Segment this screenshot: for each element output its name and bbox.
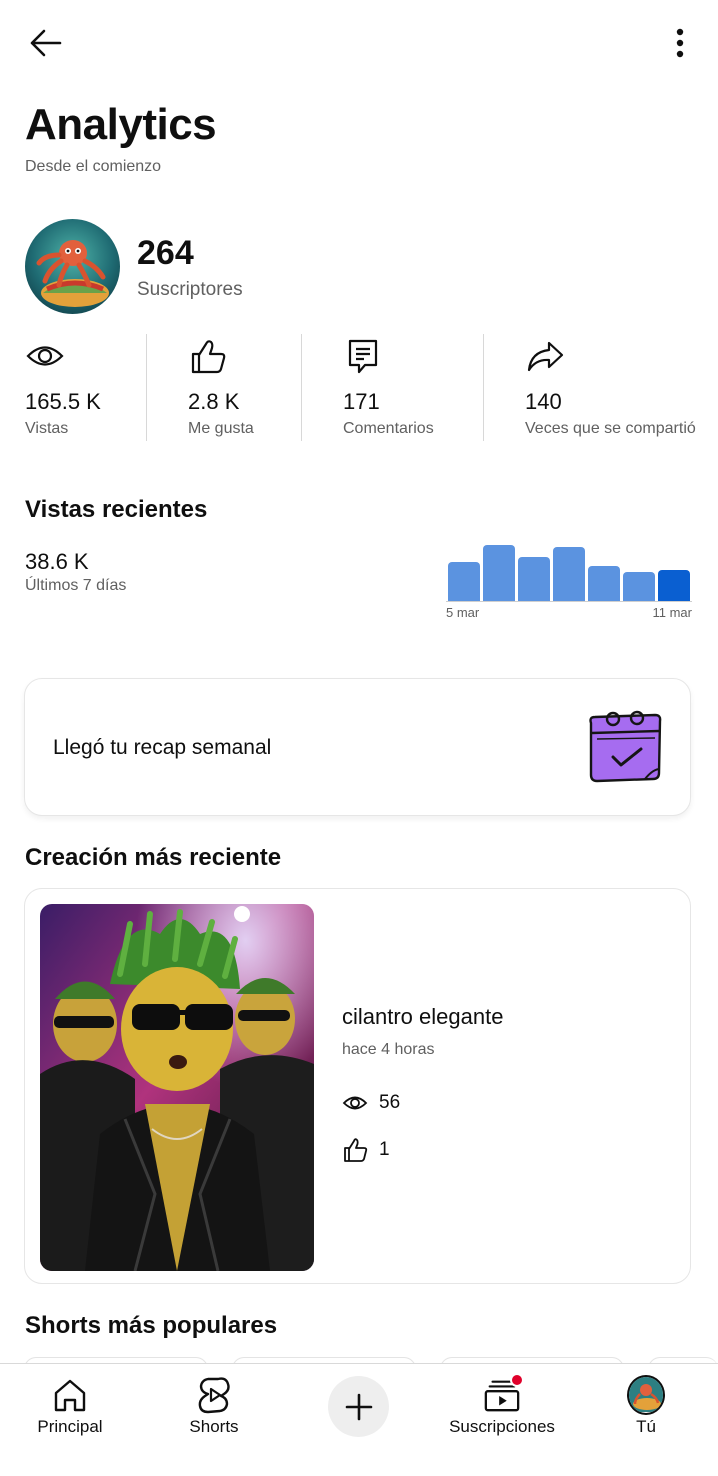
- plus-icon: [345, 1393, 372, 1420]
- chart-bar: [553, 547, 585, 601]
- recent-views-title: Vistas recientes: [25, 496, 208, 523]
- chart-bar: [483, 545, 515, 601]
- chart-tick-label: 11 mar: [652, 605, 693, 620]
- stats-row: 165.5 K Vistas 2.8 K Me gusta 171 Coment…: [0, 334, 718, 442]
- more-vert-icon: [676, 28, 684, 58]
- notification-badge: [510, 1373, 524, 1387]
- stat-shares-value: 140: [525, 389, 562, 414]
- latest-creation-title: Creación más reciente: [25, 844, 282, 871]
- channel-avatar[interactable]: [25, 219, 120, 314]
- video-likes-value: 1: [379, 1139, 390, 1160]
- nav-you-label: Tú: [636, 1417, 656, 1436]
- back-button[interactable]: [22, 22, 68, 64]
- chart-bar: [518, 557, 550, 601]
- stat-likes-value: 2.8 K: [188, 389, 240, 414]
- divider: [483, 334, 484, 441]
- page-subtitle: Desde el comienzo: [25, 158, 162, 175]
- chart-baseline: [446, 601, 692, 602]
- create-button[interactable]: [328, 1376, 389, 1437]
- recent-views-period: Últimos 7 días: [25, 577, 127, 594]
- video-views: 56: [342, 1089, 400, 1117]
- stat-views-label: Vistas: [25, 420, 69, 437]
- calendar-check-icon: [589, 710, 662, 783]
- home-icon: [54, 1379, 86, 1412]
- stat-shares-label: Veces que se compartió: [525, 420, 696, 437]
- divider: [146, 334, 147, 441]
- nav-subscriptions[interactable]: Suscripciones: [430, 1364, 574, 1454]
- chart-bar: [623, 572, 655, 601]
- thumbs-up-icon: [191, 340, 226, 374]
- eye-icon: [342, 1096, 368, 1110]
- comment-icon: [348, 339, 378, 374]
- video-age: hace 4 horas: [342, 1041, 435, 1058]
- nav-subscriptions-label: Suscripciones: [449, 1417, 555, 1436]
- weekly-recap-card[interactable]: Llegó tu recap semanal: [24, 678, 691, 816]
- chart-bar: [588, 566, 620, 601]
- chart-bar: [448, 562, 480, 601]
- chart-bar: [658, 570, 690, 601]
- video-thumbnail[interactable]: [40, 904, 314, 1271]
- video-title[interactable]: cilantro elegante: [342, 1004, 503, 1030]
- thumbs-up-icon: [344, 1138, 368, 1162]
- stat-likes-label: Me gusta: [188, 420, 254, 437]
- top-bar: [0, 0, 718, 84]
- nav-shorts-label: Shorts: [189, 1417, 239, 1436]
- stat-comments-value: 171: [343, 389, 380, 414]
- more-options-button[interactable]: [664, 22, 696, 64]
- share-icon: [527, 341, 564, 372]
- nav-home-label: Principal: [37, 1417, 103, 1436]
- page-title: Analytics: [25, 100, 217, 149]
- avatar-icon: [627, 1375, 665, 1415]
- nav-you[interactable]: Tú: [574, 1364, 718, 1454]
- recent-views-chart[interactable]: 5 mar 11 mar: [446, 540, 692, 624]
- nav-home[interactable]: Principal: [0, 1364, 142, 1454]
- latest-creation-card[interactable]: cilantro elegante hace 4 horas 56 1: [24, 888, 691, 1284]
- top-shorts-title: Shorts más populares: [25, 1312, 278, 1339]
- recent-views-value: 38.6 K: [25, 549, 89, 574]
- subscribers-count: 264: [137, 234, 194, 272]
- chart-tick-label: 5 mar: [446, 605, 480, 620]
- video-views-value: 56: [379, 1092, 401, 1113]
- stat-views-value: 165.5 K: [25, 389, 101, 414]
- nav-shorts[interactable]: Shorts: [142, 1364, 286, 1454]
- divider: [301, 334, 302, 441]
- recap-text: Llegó tu recap semanal: [53, 736, 272, 759]
- shorts-icon: [198, 1377, 230, 1414]
- eye-icon: [26, 346, 64, 366]
- arrow-left-icon: [30, 29, 62, 57]
- video-likes: 1: [342, 1136, 390, 1164]
- stat-comments-label: Comentarios: [343, 420, 434, 437]
- bottom-navigation: Principal Shorts Suscripciones Tú: [0, 1363, 718, 1476]
- subscribers-label: Suscriptores: [137, 279, 243, 300]
